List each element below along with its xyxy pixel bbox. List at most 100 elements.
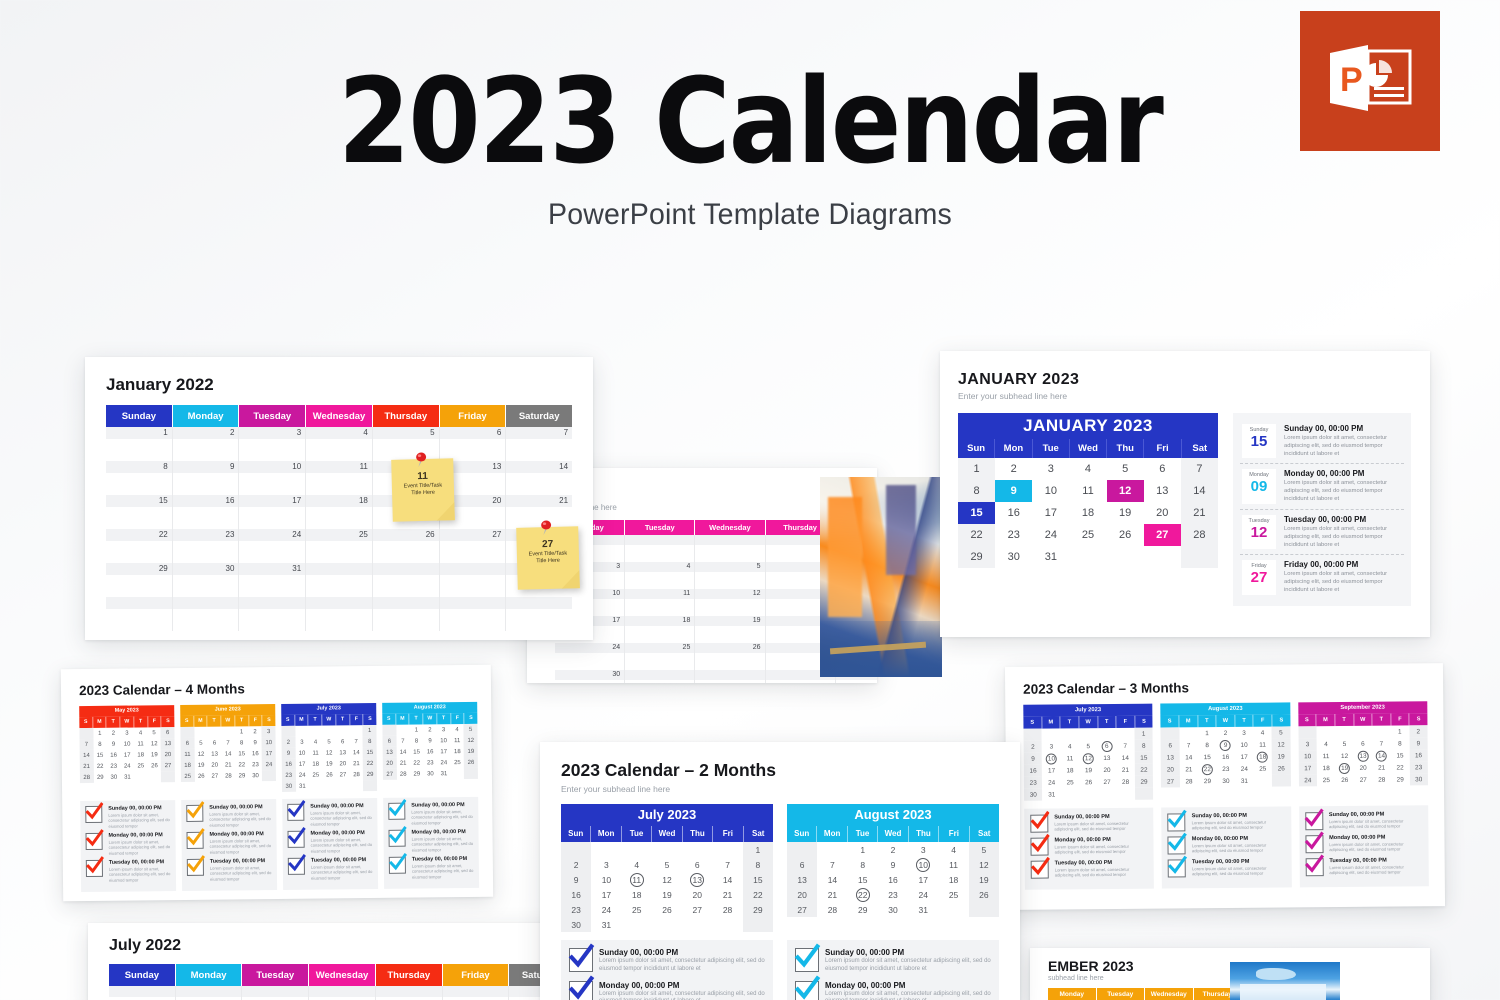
day-cell[interactable]: 3 [1298,738,1317,751]
event-item[interactable]: Monday 09 Monday 00, 00:00 PM Lorem ipsum d… [1240,463,1404,508]
checkbox-icon[interactable] [1030,856,1050,879]
day-cell[interactable] [1179,727,1198,739]
day-cell[interactable]: 3 [1235,727,1254,739]
day-cell[interactable]: 17 [1235,751,1254,763]
day-cell[interactable] [439,563,507,575]
day-cell[interactable]: 6 [787,857,818,872]
day-cell[interactable]: 28 [817,902,847,917]
day-cell[interactable]: 1 [742,842,773,857]
task-item[interactable]: Sunday 00, 00:00 PM Lorem ipsum dolor sit… [568,943,765,974]
day-cell[interactable] [372,563,440,575]
checkbox-icon[interactable] [85,856,104,877]
day-cell[interactable]: 14 [1180,480,1218,502]
day-cell[interactable]: 30 [249,770,263,781]
task-item[interactable]: Monday 00, 00:00 PM Lorem ipsum dolor sit… [287,827,373,854]
day-cell[interactable] [1061,788,1080,800]
task-item[interactable]: Monday 00, 00:00 PM Lorem ipsum dolor sit… [794,975,991,1000]
day-cell[interactable]: 9 [172,461,240,473]
day-cell[interactable]: 30 [281,780,296,792]
day-cell[interactable] [1023,728,1043,741]
day-cell[interactable] [336,725,350,736]
day-cell[interactable] [180,726,195,739]
task-item[interactable]: Tuesday 00, 00:00 PM Lorem ipsum dolor si… [1167,855,1285,878]
day-cell[interactable]: 15 [1134,751,1154,764]
day-cell[interactable]: 9 [561,872,592,887]
day-cell[interactable] [134,771,148,782]
day-cell[interactable] [148,771,162,782]
day-cell[interactable]: 23 [281,769,296,781]
day-cell[interactable]: 28 [350,769,364,780]
day-cell[interactable]: 6 [682,857,712,872]
day-cell[interactable]: 21 [1180,502,1218,524]
day-cell[interactable]: 30 [424,768,438,779]
day-cell[interactable]: 26 [194,771,208,782]
day-cell[interactable]: 2 [107,728,121,739]
day-cell[interactable]: 1 [235,726,249,737]
day-cell[interactable]: 2 [172,427,240,439]
day-cell[interactable]: 11 [309,748,323,759]
day-cell[interactable]: 29 [958,546,996,568]
day-cell[interactable]: 22 [363,757,377,770]
day-cell[interactable]: 14 [506,461,573,473]
day-cell[interactable]: 11 [306,461,373,473]
task-item[interactable]: Monday 00, 00:00 PM Lorem ipsum dolor sit… [1167,832,1285,855]
day-cell[interactable]: 3 [295,737,309,748]
checkbox-icon[interactable] [1304,808,1324,831]
day-cell[interactable] [372,597,440,609]
day-cell[interactable]: 15 [410,746,424,757]
day-cell[interactable]: 22 [1198,763,1217,775]
day-cell[interactable]: 19 [695,616,766,626]
sticky-note[interactable]: 27 Event Title/Task Title Here [516,520,580,590]
day-cell[interactable]: 25 [625,643,696,653]
day-cell[interactable] [622,842,652,857]
day-cell[interactable]: 7 [349,736,363,747]
day-cell[interactable]: 13 [160,738,175,750]
day-cell[interactable]: 22 [410,757,424,768]
day-cell[interactable]: 26 [1106,524,1144,546]
day-cell[interactable]: 10 [120,738,134,749]
day-cell[interactable]: 3 [1042,740,1061,752]
task-item[interactable]: Sunday 00, 00:00 PM Lorem ipsum dolor sit… [388,799,473,826]
day-cell[interactable]: 15 [93,750,107,761]
day-cell[interactable]: 13 [1354,750,1373,762]
day-cell[interactable]: 5 [695,562,766,572]
day-cell[interactable]: 20 [1354,762,1373,774]
event-item[interactable]: Sunday 15 Sunday 00, 00:00 PM Lorem ipsum d… [1240,419,1404,463]
day-cell[interactable]: 25 [309,770,323,781]
day-cell[interactable]: 20 [1098,764,1117,776]
day-cell[interactable]: 26 [652,902,682,917]
day-cell[interactable]: 3 [437,724,451,735]
day-cell[interactable]: 23 [107,761,121,772]
day-cell[interactable]: 1 [1198,727,1217,739]
day-cell[interactable]: 28 [79,771,94,784]
day-cell[interactable] [161,771,175,783]
day-cell[interactable]: 26 [1271,762,1291,775]
checkbox-icon[interactable] [1304,831,1325,854]
day-cell[interactable]: 27 [787,902,818,917]
day-cell[interactable]: 23 [172,529,240,541]
day-cell[interactable]: 30 [172,563,240,575]
day-cell[interactable]: 11 [1069,480,1107,502]
day-cell[interactable]: 10 [437,735,451,746]
day-cell[interactable]: 13 [1098,752,1117,764]
day-cell[interactable]: 11 [1317,750,1336,762]
day-cell[interactable]: 16 [995,502,1033,524]
day-cell[interactable] [309,726,323,737]
day-cell[interactable] [591,842,621,857]
day-cell[interactable]: 15 [1391,749,1410,761]
task-item[interactable]: Monday 00, 00:00 PM Lorem ipsum dolor sit… [1030,833,1147,856]
day-cell[interactable]: 1 [93,728,107,739]
day-cell[interactable]: 23 [878,887,908,902]
checkbox-icon[interactable] [287,800,306,821]
day-cell[interactable]: 27 [161,760,175,772]
task-item[interactable]: Monday 00, 00:00 PM Lorem ipsum dolor sit… [1304,831,1422,854]
day-cell[interactable]: 19 [322,758,336,769]
day-cell[interactable]: 2 [561,857,592,872]
day-cell[interactable]: 18 [450,746,464,757]
day-cell[interactable]: 24 [437,757,451,768]
day-cell[interactable]: 30 [561,917,592,932]
day-cell[interactable]: 1 [362,724,377,737]
task-item[interactable]: Sunday 00, 00:00 PM Lorem ipsum dolor sit… [1304,808,1422,831]
day-cell[interactable]: 8 [235,737,249,748]
day-cell[interactable]: 20 [682,887,712,902]
